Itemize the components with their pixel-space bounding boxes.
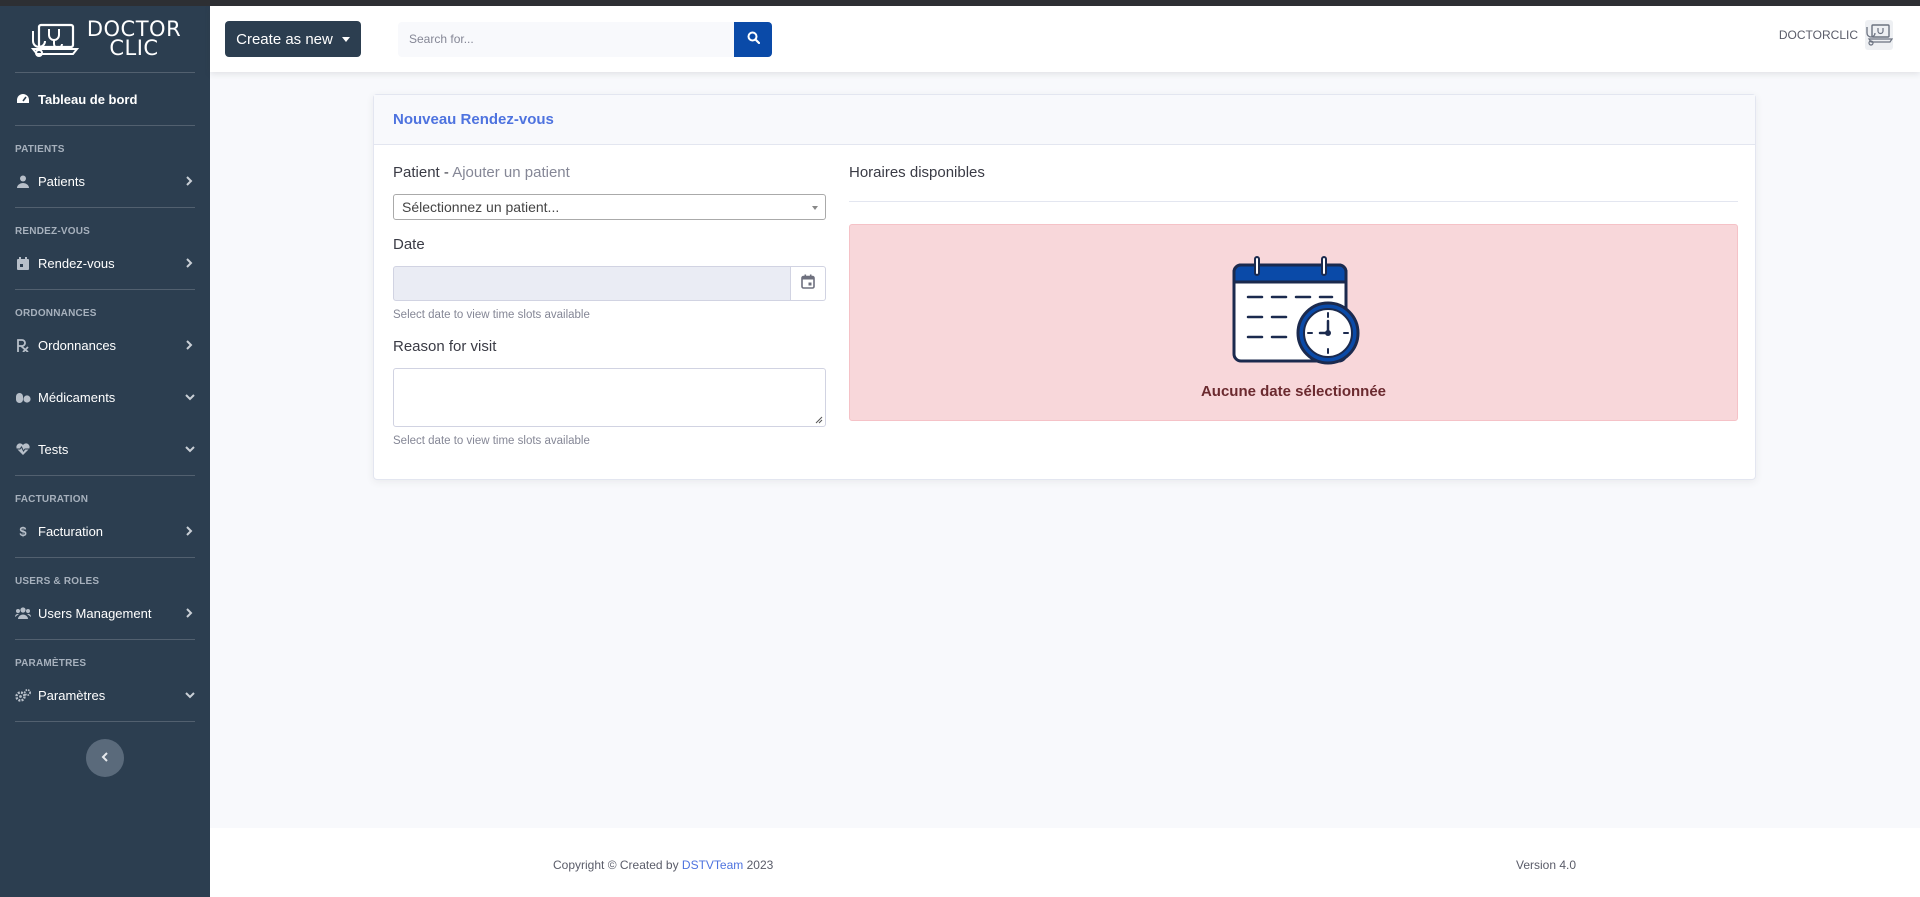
- sidebar-item-label: Users Management: [38, 605, 152, 621]
- brand[interactable]: DOCTOR CLIC: [0, 6, 210, 72]
- search-input[interactable]: [398, 21, 734, 57]
- new-appointment-card: Nouveau Rendez-vous Patient - Ajouter un…: [373, 94, 1756, 480]
- sidebar-item-medications[interactable]: Médicaments: [0, 371, 210, 423]
- calendar-icon: [15, 256, 31, 270]
- avatar: [1865, 20, 1894, 50]
- sidebar-item-label: Paramètres: [38, 687, 106, 703]
- sidebar-heading-users: USERS & ROLES: [15, 576, 100, 587]
- sidebar-item-label: Tableau de bord: [38, 91, 138, 107]
- pills-icon: [15, 390, 31, 404]
- user-menu[interactable]: DOCTORCLIC: [1779, 19, 1894, 51]
- chevron-down-icon: [185, 690, 195, 700]
- patient-label: Patient: [393, 164, 440, 181]
- chevron-right-icon: [185, 176, 195, 186]
- doctor-laptop-logo-icon: [30, 23, 79, 57]
- dropdown-arrow-icon: [812, 206, 818, 210]
- sidebar-item-prescriptions[interactable]: Ordonnances: [0, 319, 210, 371]
- appointment-form: Patient - Ajouter un patient Sélectionne…: [393, 164, 826, 447]
- user-icon: [15, 174, 31, 188]
- calendar-icon: [801, 274, 815, 294]
- sidebar-heading-appointments: RENDEZ-VOUS: [15, 226, 90, 237]
- sidebar-item-users[interactable]: Users Management: [0, 587, 210, 639]
- sidebar-heading-billing: FACTURATION: [15, 494, 89, 505]
- reason-textarea[interactable]: [393, 368, 826, 427]
- footer: Copyright © Created by DSTVTeam 2023 Ver…: [210, 828, 1920, 897]
- patient-label-separator: -: [439, 164, 453, 181]
- search-bar: [398, 21, 772, 57]
- cogs-icon: [15, 688, 31, 702]
- sidebar-item-patients[interactable]: Patients: [0, 155, 210, 207]
- dollar-icon: $: [19, 523, 27, 539]
- team-link[interactable]: DSTVTeam: [682, 858, 743, 872]
- search-icon: [747, 31, 760, 47]
- prescription-icon: [15, 338, 31, 352]
- chevron-right-icon: [185, 258, 195, 268]
- version-label: Version 4.0: [1516, 858, 1577, 872]
- calendar-button[interactable]: [791, 266, 826, 301]
- calendar-clock-icon: [1232, 256, 1359, 365]
- available-slots-panel: Horaires disponibles Aucune date sélecti…: [849, 164, 1738, 421]
- chevron-right-icon: [185, 526, 195, 536]
- sidebar-item-label: Rendez-vous: [38, 255, 115, 271]
- card-title: Nouveau Rendez-vous: [393, 111, 554, 128]
- heartbeat-icon: [15, 442, 31, 456]
- sidebar-item-appointments[interactable]: Rendez-vous: [0, 237, 210, 289]
- user-name: DOCTORCLIC: [1778, 28, 1858, 42]
- add-patient-link[interactable]: Ajouter un patient: [452, 164, 570, 181]
- date-picker: [393, 266, 826, 301]
- create-as-new-button[interactable]: Create as new: [225, 21, 361, 57]
- users-icon: [15, 606, 31, 620]
- card-header: Nouveau Rendez-vous: [374, 95, 1755, 145]
- slots-divider: [849, 201, 1738, 202]
- sidebar-heading-patients: PATIENTS: [15, 144, 65, 155]
- no-date-alert: Aucune date sélectionnée: [849, 224, 1738, 421]
- reason-label: Reason for visit: [393, 338, 497, 355]
- sidebar-item-billing[interactable]: $ Facturation: [0, 505, 210, 557]
- sidebar-item-label: Médicaments: [38, 389, 116, 405]
- sidebar-heading-settings: PARAMÈTRES: [15, 658, 87, 669]
- patient-select-value: Sélectionnez un patient...: [402, 199, 560, 215]
- resize-handle-icon[interactable]: [815, 416, 823, 424]
- create-as-new-label: Create as new: [236, 30, 333, 48]
- sidebar-item-label: Tests: [38, 441, 69, 457]
- sidebar-item-label: Patients: [38, 173, 85, 189]
- tachometer-icon: [15, 92, 31, 106]
- copyright: Copyright © Created by DSTVTeam 2023: [553, 858, 773, 872]
- sidebar-heading-prescriptions: ORDONNANCES: [15, 308, 97, 319]
- no-date-message: Aucune date sélectionnée: [1200, 383, 1387, 400]
- sidebar-item-label: Ordonnances: [38, 337, 117, 353]
- reason-help-text: Select date to view time slots available: [393, 435, 590, 447]
- caret-down-icon: [341, 36, 350, 42]
- sidebar-item-label: Facturation: [38, 523, 104, 539]
- patient-select[interactable]: Sélectionnez un patient...: [393, 194, 826, 220]
- sidebar: DOCTOR CLIC Tableau de bord PATIENTS Pat…: [0, 6, 210, 897]
- top-strip: [0, 0, 1920, 6]
- sidebar-toggle-button[interactable]: [86, 739, 124, 777]
- search-button[interactable]: [734, 21, 772, 57]
- date-label: Date: [393, 236, 425, 253]
- chevron-right-icon: [185, 340, 195, 350]
- copyright-year: 2023: [743, 858, 774, 872]
- date-help-text: Select date to view time slots available: [393, 309, 590, 321]
- brand-line2: CLIC: [109, 36, 159, 60]
- copyright-prefix: Copyright © Created by: [553, 858, 682, 872]
- patient-label-row: Patient - Ajouter un patient: [393, 164, 826, 184]
- sidebar-item-settings[interactable]: Paramètres: [0, 669, 210, 721]
- chevron-down-icon: [185, 392, 195, 402]
- sidebar-item-dashboard[interactable]: Tableau de bord: [0, 73, 210, 125]
- chevron-right-icon: [185, 608, 195, 618]
- chevron-down-icon: [185, 444, 195, 454]
- chevron-left-icon: [101, 749, 109, 767]
- topbar: Create as new DOCTORCLIC: [210, 6, 1920, 72]
- slots-title: Horaires disponibles: [849, 164, 985, 181]
- sidebar-item-tests[interactable]: Tests: [0, 423, 210, 475]
- date-input[interactable]: [393, 266, 791, 301]
